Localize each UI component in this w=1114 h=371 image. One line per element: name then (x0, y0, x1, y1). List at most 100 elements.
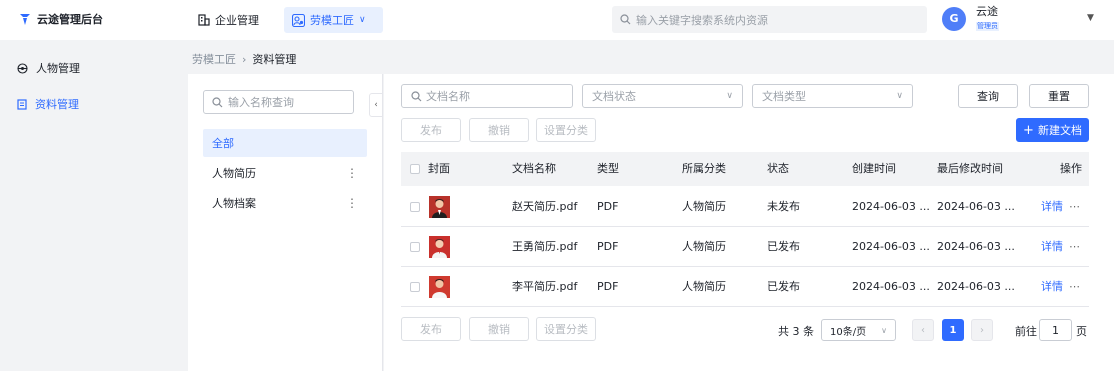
chevron-down-icon: ∨ (881, 325, 887, 335)
sidebar-item-label: 人物管理 (36, 62, 80, 75)
document-icon (17, 98, 27, 110)
select-all-checkbox[interactable] (410, 164, 420, 174)
page-size-select[interactable]: 10条/页 ∨ (821, 319, 896, 341)
current-page-button[interactable]: 1 (942, 319, 964, 341)
new-document-button[interactable]: + 新建文档 (1016, 118, 1089, 142)
revoke-button-bottom[interactable]: 撤销 (469, 317, 529, 341)
nav-model-worker[interactable]: 劳模工匠 ∨ (284, 7, 383, 33)
category-item-label: 全部 (212, 137, 234, 150)
sidebar-item-label: 资料管理 (35, 98, 79, 111)
document-status: 已发布 (767, 240, 800, 253)
document-name-placeholder: 文档名称 (426, 90, 470, 103)
row-checkbox[interactable] (410, 202, 420, 212)
document-status: 已发布 (767, 280, 800, 293)
search-icon (212, 96, 223, 107)
caret-down-icon[interactable]: ▼ (1087, 13, 1094, 23)
prev-page-button[interactable]: ‹ (912, 319, 934, 341)
category-search-input[interactable]: 输入名称查询 (203, 90, 354, 114)
user-role-badge: 管理员 (976, 22, 999, 31)
created-time: 2024-06-03 ... (852, 200, 930, 213)
reset-button[interactable]: 重置 (1029, 84, 1089, 108)
page-jump-label: 前往 (1015, 325, 1037, 338)
category-item-all[interactable]: 全部 (203, 129, 367, 157)
app-logo[interactable]: 云途管理后台 (18, 11, 103, 27)
document-status-select[interactable]: 文档状态 ∨ (582, 84, 743, 108)
sidebar: 人物管理 资料管理 (0, 40, 188, 371)
column-header: 类型 (597, 162, 619, 175)
document-type: PDF (597, 240, 619, 253)
modified-time: 2024-06-03 ... (937, 280, 1015, 293)
cover-thumbnail (429, 236, 450, 258)
nav-item-label: 劳模工匠 (310, 14, 354, 27)
search-placeholder: 输入关键字搜索系统内资源 (636, 13, 768, 27)
set-category-button[interactable]: 设置分类 (536, 118, 596, 142)
breadcrumb-parent[interactable]: 劳模工匠 (192, 51, 236, 67)
publish-button-bottom[interactable]: 发布 (401, 317, 461, 341)
portrait-icon (429, 196, 450, 218)
chevron-down-icon: ∨ (359, 15, 366, 25)
search-icon (620, 14, 631, 25)
next-page-button[interactable]: › (971, 319, 993, 341)
portrait-icon (429, 236, 450, 258)
table-row[interactable]: 赵天简历.pdf PDF 人物简历 未发布 2024-06-03 ... 202… (401, 187, 1089, 227)
nav-item-label: 企业管理 (215, 14, 259, 27)
document-name-input[interactable]: 文档名称 (401, 84, 573, 108)
detail-link[interactable]: 详情 (1041, 187, 1063, 227)
publish-button[interactable]: 发布 (401, 118, 461, 142)
category-item-label: 人物档案 (212, 197, 256, 210)
set-category-button-bottom[interactable]: 设置分类 (536, 317, 596, 341)
sidebar-item-material-management[interactable]: 资料管理 (17, 96, 79, 112)
chevron-left-icon: ‹ (921, 324, 925, 336)
column-header: 状态 (767, 162, 789, 175)
sidebar-item-person-management[interactable]: 人物管理 (17, 60, 80, 76)
top-bar: 云途管理后台 企业管理 劳模工匠 ∨ 输入关键字搜索系统内资源 G 云途 管理员… (0, 0, 1114, 40)
row-checkbox[interactable] (410, 282, 420, 292)
building-icon (198, 14, 210, 26)
category-item-resume[interactable]: 人物简历 ⋮ (203, 159, 367, 187)
user-menu[interactable]: G 云途 管理员 (942, 6, 999, 31)
chevron-left-icon: ‹ (374, 100, 378, 110)
nav-enterprise-management[interactable]: 企业管理 (190, 7, 267, 33)
avatar[interactable]: G (942, 6, 966, 31)
worker-icon (292, 13, 305, 27)
pagination-total: 共 3 条 (778, 325, 814, 338)
more-horizontal-icon[interactable]: ⋯ (1069, 267, 1080, 307)
portrait-icon (429, 276, 450, 298)
new-document-label: 新建文档 (1037, 124, 1082, 137)
global-search-input[interactable]: 输入关键字搜索系统内资源 (612, 6, 927, 33)
document-type-select[interactable]: 文档类型 ∨ (752, 84, 913, 108)
category-item-archive[interactable]: 人物档案 ⋮ (203, 189, 367, 217)
page-suffix-label: 页 (1076, 325, 1087, 338)
revoke-button[interactable]: 撤销 (469, 118, 529, 142)
breadcrumb-separator-icon: › (242, 52, 247, 66)
created-time: 2024-06-03 ... (852, 280, 930, 293)
category-panel: 输入名称查询 全部 人物简历 ⋮ 人物档案 ⋮ (188, 74, 383, 371)
more-vertical-icon[interactable]: ⋮ (346, 166, 358, 180)
category-search-placeholder: 输入名称查询 (228, 96, 294, 109)
modified-time: 2024-06-03 ... (937, 200, 1015, 213)
document-name: 李平简历.pdf (512, 280, 578, 293)
page-jump-input[interactable]: 1 (1039, 319, 1072, 341)
cover-thumbnail (429, 196, 450, 218)
row-checkbox[interactable] (410, 242, 420, 252)
more-horizontal-icon[interactable]: ⋯ (1069, 187, 1080, 227)
document-type: PDF (597, 200, 619, 213)
table-row[interactable]: 王勇简历.pdf PDF 人物简历 已发布 2024-06-03 ... 202… (401, 227, 1089, 267)
more-vertical-icon[interactable]: ⋮ (346, 196, 358, 210)
document-type-placeholder: 文档类型 (762, 90, 806, 103)
detail-link[interactable]: 详情 (1041, 267, 1063, 307)
column-header: 文档名称 (512, 162, 556, 175)
column-header: 所属分类 (682, 162, 726, 175)
query-button[interactable]: 查询 (958, 84, 1018, 108)
target-icon (17, 62, 28, 74)
document-category: 人物简历 (682, 280, 726, 293)
more-horizontal-icon[interactable]: ⋯ (1069, 227, 1080, 267)
document-category: 人物简历 (682, 200, 726, 213)
detail-link[interactable]: 详情 (1041, 227, 1063, 267)
table-row[interactable]: 李平简历.pdf PDF 人物简历 已发布 2024-06-03 ... 202… (401, 267, 1089, 307)
column-header: 封面 (428, 162, 450, 175)
column-header: 操作 (1060, 162, 1082, 175)
page-size-value: 10条/页 (830, 326, 867, 338)
collapse-panel-button[interactable]: ‹ (369, 93, 383, 117)
document-name: 赵天简历.pdf (512, 200, 578, 213)
